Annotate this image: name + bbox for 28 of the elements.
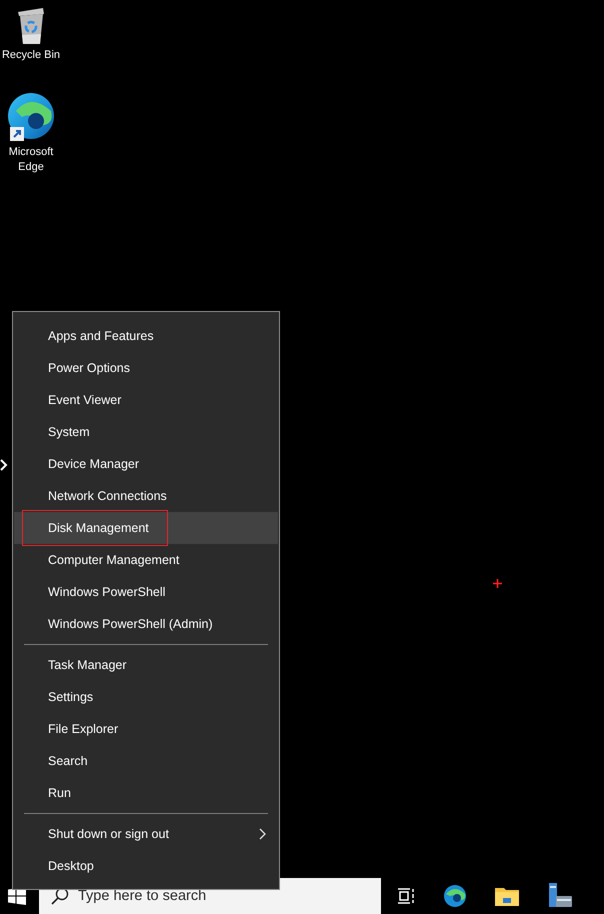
task-view-icon[interactable] xyxy=(397,888,415,904)
folder-icon[interactable] xyxy=(495,886,519,906)
menu-item[interactable]: Computer Management xyxy=(14,544,278,576)
menu-item[interactable]: Search xyxy=(14,745,278,777)
menu-item[interactable]: System xyxy=(14,416,278,448)
menu-item[interactable]: Windows PowerShell (Admin) xyxy=(14,608,278,640)
edge-icon[interactable] xyxy=(443,884,467,908)
menu-item[interactable]: Run xyxy=(14,777,278,809)
menu-item[interactable]: Windows PowerShell xyxy=(14,576,278,608)
desktop-icon-label: Microsoft Edge xyxy=(8,145,54,175)
menu-item[interactable]: Power Options xyxy=(14,352,278,384)
edge-icon[interactable] xyxy=(6,91,56,143)
menu-item[interactable]: Network Connections xyxy=(14,480,278,512)
windows-start-icon[interactable] xyxy=(8,887,26,905)
server-manager-icon[interactable] xyxy=(547,883,573,909)
menu-item[interactable]: Disk Management xyxy=(14,512,278,544)
menu-item[interactable]: Shut down or sign out xyxy=(14,818,278,850)
chevron-icon xyxy=(0,459,8,471)
menu-item[interactable]: Device Manager xyxy=(14,448,278,480)
menu-item[interactable]: Task Manager xyxy=(14,649,278,681)
crosshair-icon xyxy=(493,579,502,588)
menu-item[interactable]: File Explorer xyxy=(14,713,278,745)
chevron-right-icon xyxy=(259,828,266,840)
recycle-bin-icon[interactable] xyxy=(16,6,46,46)
desktop-icon-label: Recycle Bin xyxy=(2,48,60,63)
menu-item[interactable]: Settings xyxy=(14,681,278,713)
menu-item[interactable]: Event Viewer xyxy=(14,384,278,416)
menu-item[interactable]: Apps and Features xyxy=(14,320,278,352)
